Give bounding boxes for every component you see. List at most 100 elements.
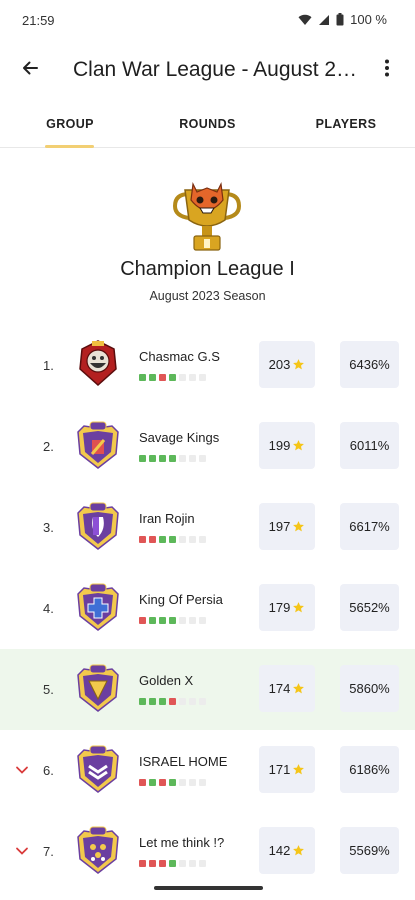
- clan-name: Savage Kings: [139, 430, 220, 445]
- result-win: [139, 455, 146, 462]
- destruction-percent: 6436%: [340, 341, 399, 388]
- table-row[interactable]: 4. King Of Persia 179 5652%: [0, 568, 415, 649]
- result-pending: [189, 698, 196, 705]
- result-pending: [179, 779, 186, 786]
- clan-badge-purple-icon: [74, 501, 122, 551]
- result-pending: [189, 617, 196, 624]
- stars-value: 174: [268, 681, 291, 696]
- result-win: [149, 455, 156, 462]
- clan-badge-purple-icon: [74, 825, 122, 875]
- result-win: [169, 779, 176, 786]
- result-win: [169, 455, 176, 462]
- home-indicator[interactable]: [154, 886, 263, 890]
- stars-value: 171: [268, 762, 291, 777]
- stars-value: 142: [268, 843, 291, 858]
- result-pending: [199, 374, 206, 381]
- result-loss: [139, 779, 146, 786]
- tab-rounds[interactable]: ROUNDS: [165, 100, 250, 148]
- war-results: [139, 374, 206, 381]
- result-pending: [189, 536, 196, 543]
- result-pending: [179, 536, 186, 543]
- result-win: [149, 374, 156, 381]
- stars-count: 203: [259, 341, 315, 388]
- result-pending: [179, 617, 186, 624]
- star-icon: [292, 682, 305, 695]
- result-win: [169, 860, 176, 867]
- demotion-chevron-icon: [15, 844, 29, 858]
- battery-icon: [336, 13, 344, 26]
- result-pending: [189, 860, 196, 867]
- signal-icon: [318, 14, 330, 26]
- demotion-chevron-icon: [15, 763, 29, 777]
- rank-number: 3.: [43, 520, 54, 535]
- stars-value: 199: [268, 438, 291, 453]
- tab-group[interactable]: GROUP: [30, 100, 110, 148]
- more-options-button[interactable]: [371, 54, 403, 86]
- rank-number: 2.: [43, 439, 54, 454]
- table-row[interactable]: 5. Golden X 174 5860%: [0, 649, 415, 730]
- result-pending: [189, 455, 196, 462]
- table-row[interactable]: 6. ISRAEL HOME 171 6186%: [0, 730, 415, 811]
- table-row[interactable]: 2. Savage Kings 199 6011%: [0, 406, 415, 487]
- war-results: [139, 455, 206, 462]
- stars-count: 179: [259, 584, 315, 631]
- star-icon: [292, 439, 305, 452]
- result-win: [159, 455, 166, 462]
- rank-number: 6.: [43, 763, 54, 778]
- result-pending: [179, 698, 186, 705]
- rank-number: 4.: [43, 601, 54, 616]
- table-row[interactable]: 1. Chasmac G.S 203 6436%: [0, 325, 415, 406]
- result-loss: [149, 860, 156, 867]
- result-win: [159, 617, 166, 624]
- app-bar: Clan War League - August 2023 Season: [0, 42, 415, 100]
- result-win: [169, 374, 176, 381]
- table-row[interactable]: 3. Iran Rojin 197 6617%: [0, 487, 415, 568]
- result-loss: [159, 779, 166, 786]
- result-loss: [149, 536, 156, 543]
- rank-number: 7.: [43, 844, 54, 859]
- status-time: 21:59: [22, 13, 55, 28]
- page-title: Clan War League - August 2023 Season: [73, 58, 358, 81]
- result-win: [149, 779, 156, 786]
- clan-badge-red-icon: [74, 339, 122, 389]
- tab-players[interactable]: PLAYERS: [303, 100, 389, 148]
- result-loss: [139, 536, 146, 543]
- destruction-percent: 6186%: [340, 746, 399, 793]
- destruction-percent: 6617%: [340, 503, 399, 550]
- result-win: [149, 617, 156, 624]
- clan-name: King Of Persia: [139, 592, 223, 607]
- destruction-percent: 5652%: [340, 584, 399, 631]
- back-button[interactable]: [14, 54, 46, 86]
- clan-badge-purple-icon: [74, 663, 122, 713]
- destruction-percent: 5569%: [340, 827, 399, 874]
- result-pending: [199, 536, 206, 543]
- clan-name: Chasmac G.S: [139, 349, 220, 364]
- league-name: Champion League I: [120, 258, 295, 280]
- result-win: [149, 698, 156, 705]
- stars-value: 179: [268, 600, 291, 615]
- clan-badge-purple-icon: [74, 744, 122, 794]
- clan-name: Let me think !?: [139, 835, 225, 850]
- stars-count: 174: [259, 665, 315, 712]
- result-pending: [179, 860, 186, 867]
- clan-badge-purple-icon: [74, 582, 122, 632]
- result-loss: [139, 617, 146, 624]
- result-pending: [199, 455, 206, 462]
- destruction-percent: 6011%: [340, 422, 399, 469]
- war-results: [139, 617, 206, 624]
- star-icon: [292, 601, 305, 614]
- trophy-icon: [167, 180, 247, 254]
- result-pending: [179, 455, 186, 462]
- result-win: [169, 617, 176, 624]
- result-win: [139, 374, 146, 381]
- status-bar: 21:59 100 %: [0, 0, 415, 42]
- destruction-percent: 5860%: [340, 665, 399, 712]
- war-results: [139, 698, 206, 705]
- stars-count: 197: [259, 503, 315, 550]
- result-loss: [159, 374, 166, 381]
- war-results: [139, 779, 206, 786]
- result-loss: [159, 860, 166, 867]
- league-season: August 2023 Season: [149, 289, 266, 303]
- clan-name: Golden X: [139, 673, 194, 688]
- table-row[interactable]: 7. Let me think !? 142 5569%: [0, 811, 415, 892]
